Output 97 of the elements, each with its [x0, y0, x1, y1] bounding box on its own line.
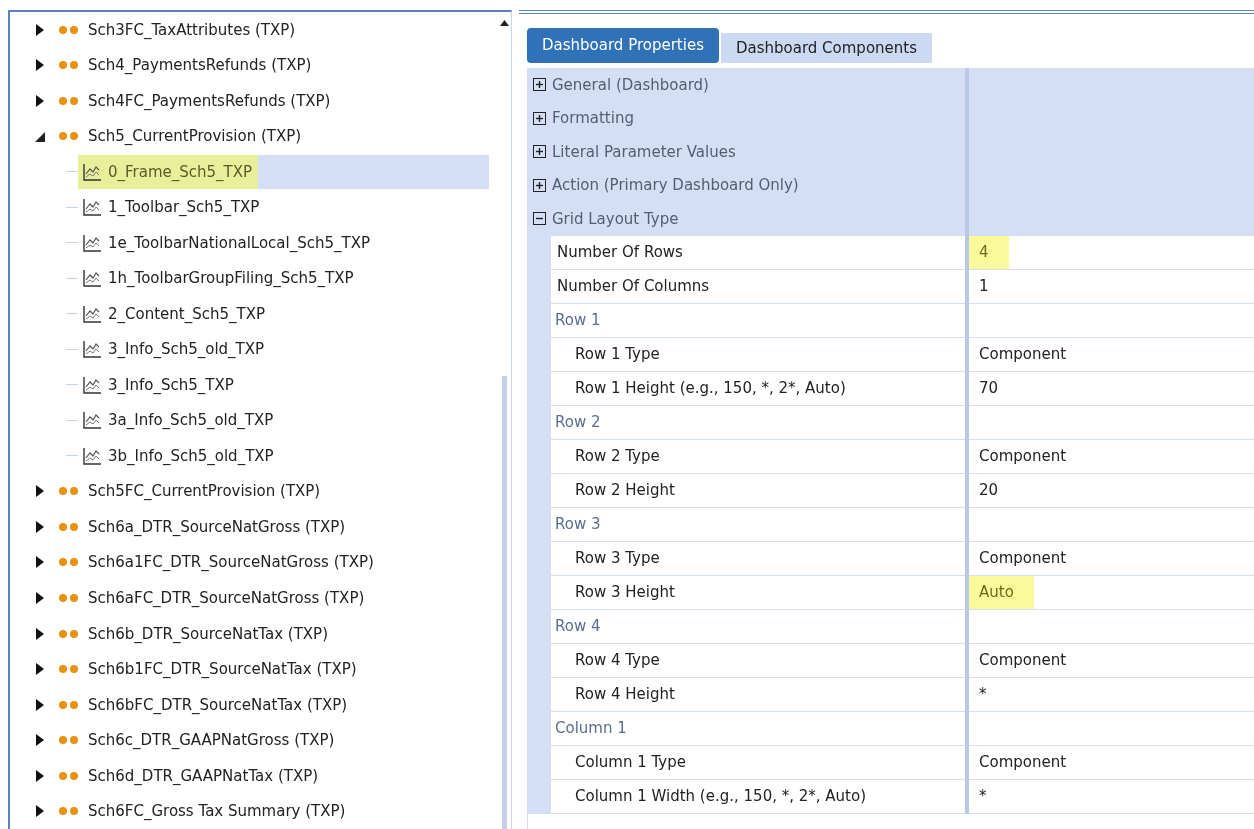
section-header[interactable]: Literal Parameter Values — [552, 142, 736, 161]
tree-item[interactable]: 1e_ToolbarNationalLocal_Sch5_TXP — [78, 225, 376, 260]
line-chart-icon — [82, 445, 102, 466]
line-chart-icon — [82, 410, 102, 431]
property-value[interactable]: 4 — [969, 235, 1009, 269]
tree-item[interactable]: Sch6b_DTR_SourceNatTax (TXP) — [88, 624, 328, 643]
line-chart-icon — [82, 339, 102, 360]
dots-icon — [58, 557, 80, 568]
expand-triangle-icon[interactable] — [34, 804, 46, 819]
tree-item[interactable]: Sch3FC_TaxAttributes (TXP) — [88, 20, 296, 39]
expand-icon[interactable] — [533, 145, 546, 159]
group-label: Column 1 — [555, 719, 627, 737]
property-value[interactable]: Auto — [969, 575, 1034, 609]
line-chart-icon — [82, 232, 102, 253]
tree-item[interactable]: Sch6bFC_DTR_SourceNatTax (TXP) — [88, 695, 348, 714]
dots-icon — [58, 593, 80, 603]
tree-item[interactable]: 3_Info_Sch5_TXP — [78, 367, 240, 402]
expand-icon[interactable] — [533, 111, 546, 125]
tree-item[interactable]: 1h_ToolbarGroupFiling_Sch5_TXP — [78, 261, 360, 296]
property-name: Number Of Columns — [557, 277, 710, 295]
tree-item[interactable]: Sch5FC_CurrentProvision (TXP) — [88, 482, 321, 501]
expand-icon[interactable] — [533, 78, 546, 92]
tab[interactable]: Dashboard Properties — [527, 28, 719, 63]
tab[interactable]: Dashboard Components — [720, 33, 932, 63]
collapse-icon[interactable] — [533, 212, 546, 226]
dots-icon — [58, 735, 80, 746]
property-name: Row 4 Type — [575, 651, 660, 669]
property-name: Column 1 Width (e.g., 150, *, 2*, Auto) — [575, 787, 866, 805]
tree-item[interactable]: Sch4_PaymentsRefunds (TXP) — [88, 56, 312, 75]
expand-triangle-icon[interactable] — [34, 555, 46, 570]
dots-icon — [58, 770, 80, 781]
highlighted-tree-item[interactable]: 0_Frame_Sch5_TXP — [78, 154, 259, 189]
line-chart-icon — [82, 268, 102, 289]
tree-item[interactable]: Sch5_CurrentProvision (TXP) — [88, 127, 302, 146]
dots-icon — [58, 131, 80, 142]
property-name: Number Of Rows — [557, 243, 683, 261]
dots-icon — [58, 628, 80, 639]
line-chart-icon — [82, 161, 102, 182]
group-label: Row 4 — [555, 617, 601, 635]
property-name: Row 2 Type — [575, 447, 660, 465]
section-header[interactable]: Action (Primary Dashboard Only) — [552, 176, 799, 195]
scrollbar-thumb[interactable] — [501, 376, 507, 829]
tree-item[interactable]: Sch6FC_Gross Tax Summary (TXP) — [88, 802, 346, 821]
property-value[interactable]: 20 — [969, 473, 1007, 507]
tree-item[interactable]: Sch6d_DTR_GAAPNatTax (TXP) — [88, 766, 319, 785]
tree-item[interactable]: 3b_Info_Sch5_old_TXP — [78, 438, 280, 473]
dots-icon — [58, 486, 80, 497]
property-name: Row 1 Type — [575, 345, 660, 363]
tree-item[interactable]: Sch4FC_PaymentsRefunds (TXP) — [88, 91, 331, 110]
expand-triangle-icon[interactable] — [34, 733, 46, 748]
line-chart-icon — [82, 303, 102, 324]
dots-icon — [58, 521, 80, 532]
dots-icon — [58, 664, 80, 675]
dots-icon — [58, 24, 80, 35]
expand-triangle-icon[interactable] — [34, 697, 46, 712]
group-label: Row 2 — [555, 413, 601, 431]
dots-icon — [58, 806, 80, 817]
section-header[interactable]: General (Dashboard) — [552, 75, 709, 94]
line-chart-icon — [82, 197, 102, 218]
tree-item[interactable]: Sch6a1FC_DTR_SourceNatGross (TXP) — [88, 553, 374, 572]
section-header[interactable]: Formatting — [552, 109, 634, 128]
tree-item[interactable]: Sch6a_DTR_SourceNatGross (TXP) — [88, 517, 346, 536]
expand-triangle-icon[interactable] — [34, 22, 46, 37]
tree-item[interactable]: 3_Info_Sch5_old_TXP — [78, 332, 271, 367]
property-name: Row 3 Type — [575, 549, 660, 567]
expand-triangle-icon[interactable] — [34, 58, 46, 73]
property-name: Row 1 Height (e.g., 150, *, 2*, Auto) — [575, 379, 846, 397]
section-header[interactable]: Grid Layout Type — [552, 209, 679, 228]
property-value[interactable]: * — [969, 779, 995, 813]
line-chart-icon — [82, 374, 102, 395]
property-value[interactable]: 1 — [969, 269, 997, 303]
property-name: Column 1 Type — [575, 753, 686, 771]
expand-triangle-icon[interactable] — [34, 93, 46, 108]
tree-item[interactable]: Sch6c_DTR_GAAPNatGross (TXP) — [88, 731, 335, 750]
expand-icon[interactable] — [533, 178, 546, 192]
group-label: Row 3 — [555, 515, 601, 533]
scroll-up-icon[interactable] — [499, 20, 509, 26]
dots-icon — [58, 60, 80, 71]
property-value[interactable]: 70 — [969, 371, 1007, 405]
group-label: Row 1 — [555, 311, 601, 329]
dots-icon — [58, 699, 80, 710]
property-name: Row 4 Height — [575, 685, 675, 703]
expand-triangle-icon[interactable] — [34, 768, 46, 783]
expand-triangle-icon[interactable] — [34, 484, 46, 499]
property-name: Row 3 Height — [575, 583, 675, 601]
dots-icon — [58, 95, 80, 106]
expand-triangle-icon[interactable] — [34, 591, 46, 605]
expand-triangle-icon[interactable] — [34, 519, 46, 534]
expand-triangle-icon[interactable] — [34, 662, 46, 677]
tree-item[interactable]: Sch6b1FC_DTR_SourceNatTax (TXP) — [88, 660, 357, 679]
property-value[interactable]: * — [969, 677, 995, 711]
expand-triangle-icon[interactable] — [34, 626, 46, 641]
tree-item[interactable]: Sch6aFC_DTR_SourceNatGross (TXP) — [88, 589, 365, 607]
tree-item[interactable]: 1_Toolbar_Sch5_TXP — [78, 190, 266, 225]
property-name: Row 2 Height — [575, 481, 675, 499]
tree-item[interactable]: 3a_Info_Sch5_old_TXP — [78, 403, 280, 438]
tree-item[interactable]: 2_Content_Sch5_TXP — [78, 296, 271, 331]
